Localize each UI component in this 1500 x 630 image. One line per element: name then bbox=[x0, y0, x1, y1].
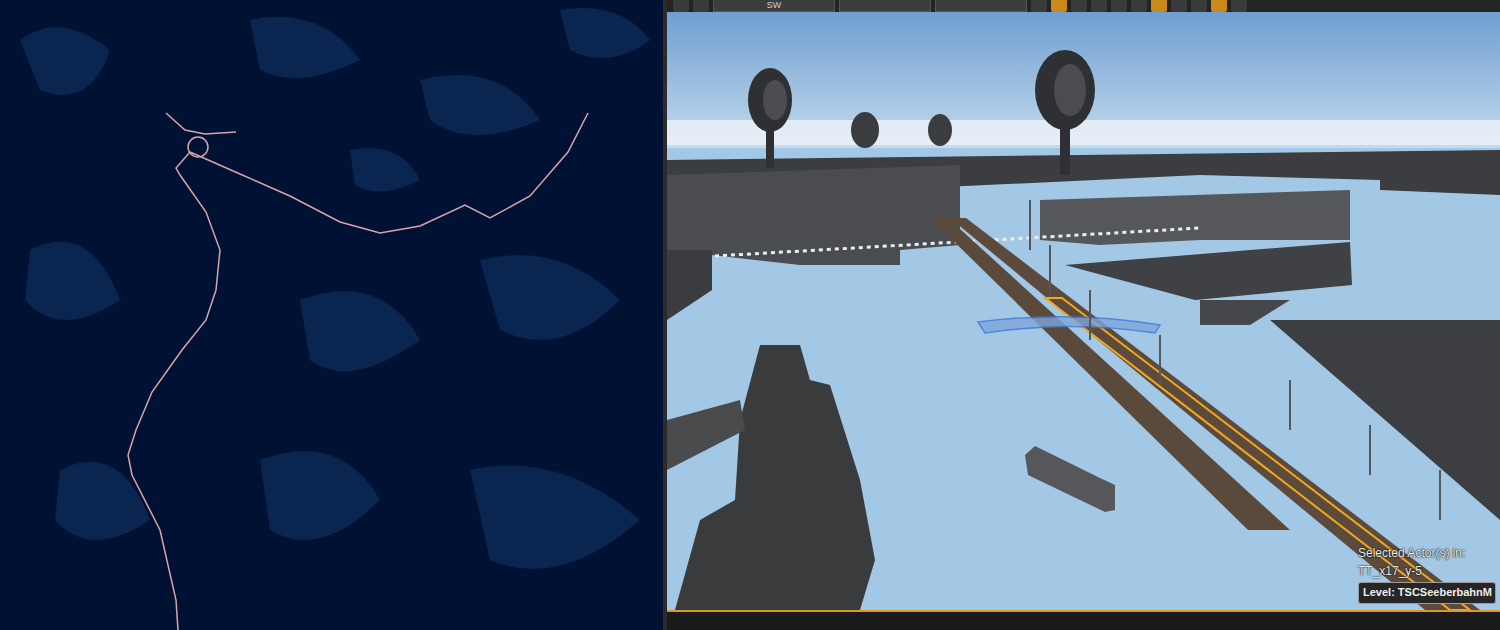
route-line[interactable] bbox=[128, 152, 220, 630]
actor-level: TT_x17_y-5 bbox=[1358, 564, 1496, 579]
terrain-patch bbox=[250, 17, 360, 78]
grid-button[interactable] bbox=[1151, 0, 1167, 12]
menu-button[interactable] bbox=[673, 0, 689, 12]
selection-info: Selected Actor(s) in: TT_x17_y-5 Level: TS… bbox=[1358, 546, 1496, 604]
view-button[interactable] bbox=[693, 0, 709, 12]
route-line[interactable] bbox=[166, 113, 236, 134]
terrain-patch bbox=[300, 291, 420, 371]
space-button[interactable] bbox=[1091, 0, 1107, 12]
selection-label: Selected Actor(s) in: bbox=[1358, 546, 1496, 561]
3d-viewport[interactable]: Selected Actor(s) in: TT_x17_y-5 Level: TS… bbox=[667, 12, 1500, 610]
scene-render bbox=[667, 12, 1500, 610]
route-loop bbox=[188, 137, 208, 157]
route-map[interactable] bbox=[0, 0, 663, 630]
surface-button[interactable] bbox=[1111, 0, 1127, 12]
viewport-toolbar: SW bbox=[667, 0, 1500, 12]
level-badge[interactable]: Level: TSCSeeberbahnM bbox=[1358, 582, 1496, 604]
map-drawing bbox=[0, 0, 663, 630]
angle-button[interactable] bbox=[1191, 0, 1207, 12]
terrain-patch bbox=[350, 148, 420, 191]
terrain-patch bbox=[420, 75, 540, 135]
coordinate-field[interactable] bbox=[935, 0, 1027, 12]
scale-snap-button[interactable] bbox=[1211, 0, 1227, 12]
terrain-patch bbox=[20, 27, 110, 95]
terrain-patch bbox=[470, 466, 640, 569]
grid-size-button[interactable] bbox=[1171, 0, 1187, 12]
coordinate-field[interactable] bbox=[839, 0, 931, 12]
camera-speed-button[interactable] bbox=[1231, 0, 1247, 12]
terrain-patch bbox=[25, 242, 120, 320]
toolbar-field[interactable]: SW bbox=[713, 0, 835, 12]
snap-button[interactable] bbox=[1131, 0, 1147, 12]
editor-window: SW Selected Actor(s) in: TT_x17_y-5 Level: … bbox=[0, 0, 1500, 630]
viewport-panel: SW Selected Actor(s) in: TT_x17_y-5 Level: … bbox=[667, 0, 1500, 630]
route-line[interactable] bbox=[190, 113, 588, 233]
terrain-patch bbox=[55, 462, 150, 540]
terrain-patch bbox=[560, 8, 650, 58]
scale-button[interactable] bbox=[1071, 0, 1087, 12]
terrain-patch bbox=[260, 451, 380, 540]
rotate-button[interactable] bbox=[1051, 0, 1067, 12]
viewport-bottom-bar bbox=[667, 610, 1500, 630]
translate-button[interactable] bbox=[1031, 0, 1047, 12]
terrain-patch bbox=[480, 255, 620, 340]
